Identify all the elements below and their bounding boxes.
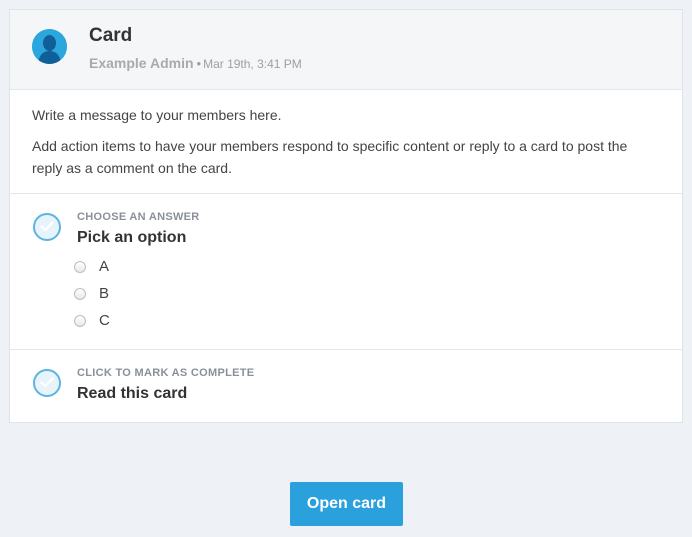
radio-button[interactable] — [74, 287, 86, 300]
option-a[interactable]: A — [74, 253, 110, 280]
option-c[interactable]: C — [74, 307, 110, 334]
action-kicker: CHOOSE AN ANSWER — [77, 211, 200, 223]
card-message: Write a message to your members here. Ad… — [10, 90, 682, 194]
action-kicker: CLICK TO MARK AS COMPLETE — [77, 367, 255, 379]
action-item-mark-complete[interactable]: CLICK TO MARK AS COMPLETE Read this card — [10, 350, 682, 422]
open-card-button[interactable]: Open card — [290, 482, 403, 526]
option-label: C — [99, 312, 110, 329]
radio-button[interactable] — [74, 260, 86, 273]
user-silhouette-icon — [32, 29, 67, 64]
meta-separator: • — [196, 56, 202, 71]
option-b[interactable]: B — [74, 280, 110, 307]
option-label: B — [99, 285, 110, 302]
check-circle-icon[interactable] — [33, 213, 61, 241]
author-name[interactable]: Example Admin — [89, 55, 194, 71]
card-panel: Card Example Admin • Mar 19th, 3:41 PM Wri… — [9, 9, 683, 423]
card-meta: Example Admin • Mar 19th, 3:41 PM — [89, 55, 302, 71]
message-paragraph: Add action items to have your members re… — [32, 138, 628, 176]
card-header: Card Example Admin • Mar 19th, 3:41 PM — [10, 10, 682, 90]
card-title: Card — [89, 25, 133, 46]
message-paragraph: Write a message to your members here. — [32, 107, 282, 123]
avatar — [32, 29, 67, 64]
answer-options: A B C — [74, 253, 110, 334]
action-item-choose-answer: CHOOSE AN ANSWER Pick an option A B C — [10, 194, 682, 350]
action-title: Pick an option — [77, 229, 187, 246]
option-label: A — [99, 258, 110, 275]
check-circle-icon[interactable] — [33, 369, 61, 397]
post-date: Mar 19th, 3:41 PM — [203, 57, 302, 71]
action-title: Read this card — [77, 385, 188, 402]
radio-button[interactable] — [74, 314, 86, 327]
